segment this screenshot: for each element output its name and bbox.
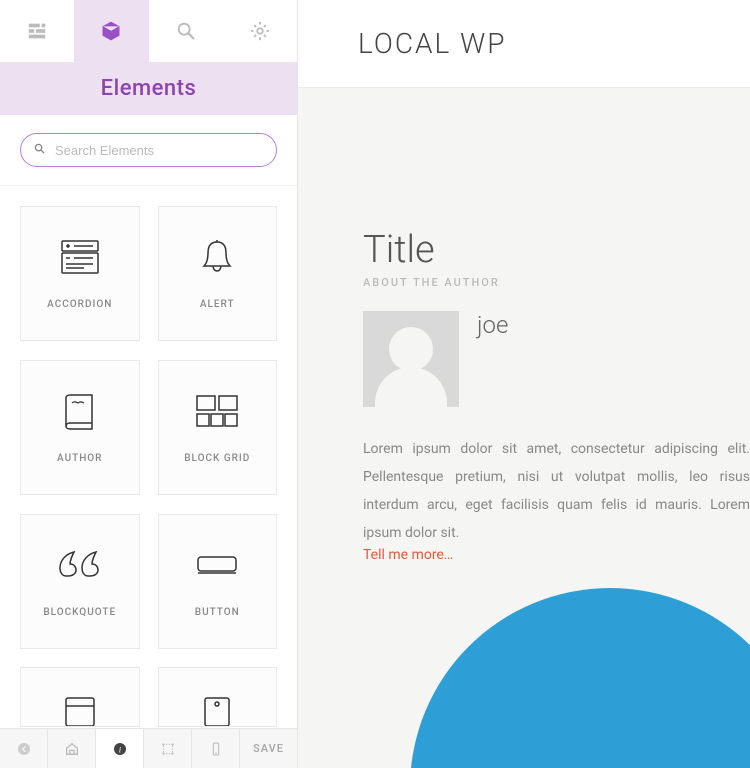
element-block-grid[interactable]: BLOCK GRID [158,360,278,495]
top-tabs [0,0,297,62]
body-text: Lorem ipsum dolor sit amet, consectetur … [363,435,750,547]
post-title: Title [363,228,750,272]
elements-grid: ACCORDION ALERT AUTHOR BLO [0,186,297,728]
search-wrap [0,115,297,186]
gear-icon [249,20,271,42]
quote-icon [58,545,102,585]
element-label: ACCORDION [47,299,112,310]
element-accordion[interactable]: ACCORDION [20,206,140,341]
element-author[interactable]: AUTHOR [20,360,140,495]
accordion-icon [60,237,100,277]
post-subtitle: ABOUT THE AUTHOR [363,276,750,289]
element-blockquote[interactable]: BLOCKQUOTE [20,514,140,649]
element-label: BLOCK GRID [184,453,250,464]
sidebar: Elements ACCORDION [0,0,298,768]
search-input-icon [34,143,45,157]
book-icon [62,391,98,431]
bell-icon [200,237,234,277]
element-label: BLOCKQUOTE [43,607,116,618]
content: Title ABOUT THE AUTHOR joe Lorem ipsum d… [298,88,750,563]
select-button[interactable] [144,729,192,768]
site-title: LOCAL WP [358,27,506,60]
rows-icon [26,20,48,42]
avatar [363,311,459,407]
search-input[interactable] [20,133,277,167]
settings-tab[interactable] [223,0,297,62]
elements-tab[interactable] [74,0,148,62]
cube-icon [100,20,122,42]
search-icon [175,20,197,42]
element-label: AUTHOR [57,453,102,464]
search-tab[interactable] [149,0,223,62]
layout-tab[interactable] [0,0,74,62]
button-icon [196,545,238,585]
element-label: ALERT [200,299,235,310]
back-button[interactable] [0,729,48,768]
element-partial-1[interactable] [20,667,140,727]
grid-icon [195,391,239,431]
preview-header: LOCAL WP [298,0,750,88]
card-icon [199,694,235,727]
element-partial-2[interactable] [158,667,278,727]
author-row: joe [363,311,750,407]
element-alert[interactable]: ALERT [158,206,278,341]
author-name: joe [477,311,508,339]
element-button[interactable]: BUTTON [158,514,278,649]
more-link[interactable]: Tell me more… [363,547,750,563]
element-label: BUTTON [195,607,240,618]
home-button[interactable] [48,729,96,768]
preview-pane: LOCAL WP Title ABOUT THE AUTHOR joe Lore… [298,0,750,768]
bottom-bar: i SAVE [0,728,297,768]
decorative-circle [410,588,750,768]
card-icon [62,694,98,727]
panel-title: Elements [0,62,297,115]
info-button[interactable]: i [96,729,144,768]
mobile-button[interactable] [192,729,240,768]
save-button[interactable]: SAVE [240,729,297,768]
